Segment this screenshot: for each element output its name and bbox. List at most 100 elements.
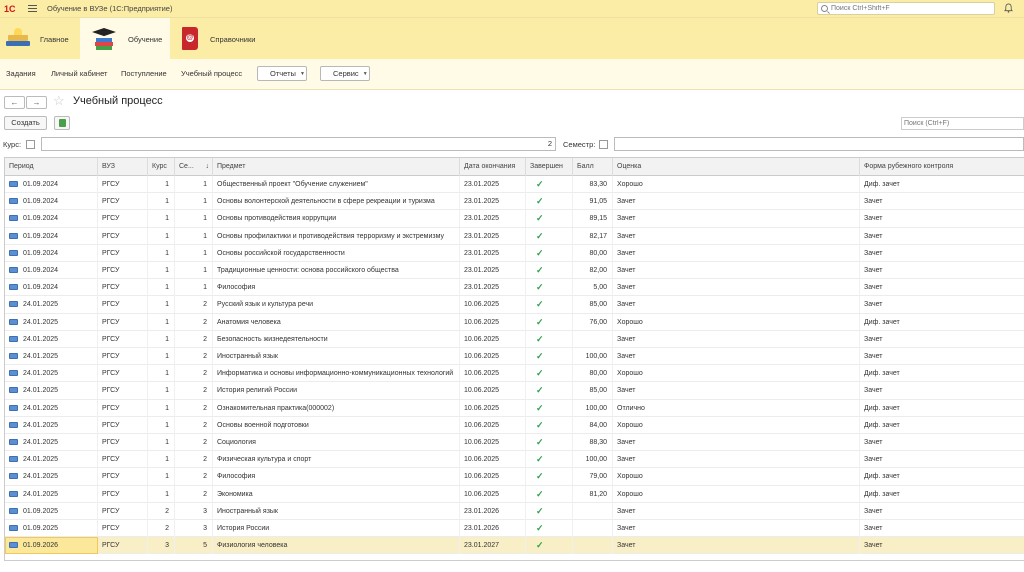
dropdown-arrow-icon: ▼ <box>299 70 305 77</box>
cell-semester: 3 <box>175 520 213 537</box>
cell-score: 83,30 <box>573 176 613 193</box>
col-period[interactable]: Период <box>5 158 98 176</box>
record-icon <box>9 318 18 325</box>
cell-period-text: 01.09.2026 <box>23 542 59 550</box>
table-row[interactable]: 24.01.2025 РГСУ 1 2 Ознакомительная практика… <box>5 399 1024 417</box>
global-search-input[interactable] <box>831 5 991 12</box>
cell-completed: ✓ <box>526 537 573 555</box>
cell-completed: ✓ <box>526 210 573 228</box>
cell-semester: 2 <box>175 313 213 331</box>
table-row[interactable]: 24.01.2025 РГСУ 1 2 Основы военной подготовк… <box>5 416 1024 434</box>
reports-dropdown[interactable]: Отчеты ▼ <box>257 66 307 81</box>
filter-course-field[interactable]: 2 <box>41 137 556 151</box>
service-dropdown[interactable]: Сервис ▼ <box>320 66 370 81</box>
filter-semester-checkbox[interactable] <box>599 140 608 149</box>
cell-course: 1 <box>148 193 175 211</box>
col-semester[interactable]: Се... ↓ <box>175 158 213 176</box>
col-course[interactable]: Курс <box>148 158 175 176</box>
cell-subject: История религий России <box>213 382 460 400</box>
back-button[interactable]: ← <box>4 96 25 109</box>
record-icon <box>9 335 18 342</box>
table-row[interactable]: 01.09.2024 РГСУ 1 1 Основы волонтерской деят… <box>5 193 1024 211</box>
cell-semester: 2 <box>175 365 213 383</box>
table-row[interactable]: 01.09.2025 РГСУ 2 3 История России 23.01.2026… <box>5 520 1024 538</box>
table-row[interactable]: 24.01.2025 РГСУ 1 2 Социология 10.06.2025 ✓ 88,… <box>5 434 1024 452</box>
col-completed[interactable]: Завершен <box>526 158 573 176</box>
forward-button[interactable]: → <box>26 96 47 109</box>
table-row[interactable]: 01.09.2026 РГСУ 3 5 Физиология человека 23.01… <box>5 537 1024 555</box>
cell-course: 1 <box>148 176 175 193</box>
table-row[interactable]: 24.01.2025 РГСУ 1 2 История религий России 10… <box>5 382 1024 400</box>
cell-course: 1 <box>148 210 175 228</box>
cell-end-date: 10.06.2025 <box>460 330 526 348</box>
cell-semester: 1 <box>175 244 213 262</box>
record-icon <box>9 490 18 497</box>
table-row[interactable]: 01.09.2024 РГСУ 1 1 Традиционные ценности: о… <box>5 262 1024 280</box>
cell-completed: ✓ <box>526 279 573 297</box>
cell-score: 88,30 <box>573 434 613 451</box>
col-score[interactable]: Балл <box>573 158 613 176</box>
cell-period-text: 01.09.2024 <box>23 198 59 206</box>
cell-control-form: Зачет <box>860 262 1024 279</box>
section-education[interactable]: Обучение <box>80 18 170 60</box>
table-row[interactable]: 24.01.2025 РГСУ 1 2 Информатика и основы инф… <box>5 365 1024 383</box>
filter-semester-label: Семестр: <box>563 140 596 149</box>
cell-period-text: 24.01.2025 <box>23 404 59 412</box>
app-logo: 1С <box>4 3 16 14</box>
cell-course: 2 <box>148 502 175 520</box>
table-row[interactable]: 24.01.2025 РГСУ 1 2 Иностранный язык 10.06.20… <box>5 348 1024 366</box>
cell-score <box>573 537 613 555</box>
section-references[interactable]: @ Справочники <box>180 18 280 60</box>
checkmark-icon: ✓ <box>536 437 544 447</box>
table-row[interactable]: 01.09.2024 РГСУ 1 1 Основы российской госуда… <box>5 244 1024 262</box>
nav-admission[interactable]: Поступление <box>121 69 167 78</box>
cell-control-form: Зачет <box>860 434 1024 451</box>
menu-icon[interactable] <box>28 5 37 12</box>
cell-end-date: 23.01.2025 <box>460 244 526 262</box>
table-row[interactable]: 01.09.2024 РГСУ 1 1 Философия 23.01.2025 ✓ 5,00… <box>5 279 1024 297</box>
table-row[interactable]: 24.01.2025 РГСУ 1 2 Физическая культура и сп… <box>5 451 1024 469</box>
cell-control-form: Зачет <box>860 210 1024 227</box>
cell-subject: Русский язык и культура речи <box>213 296 460 314</box>
col-vuz[interactable]: ВУЗ <box>98 158 148 176</box>
nav-personal-account[interactable]: Личный кабинет <box>51 69 107 78</box>
favorite-star-icon[interactable]: ☆ <box>53 94 65 108</box>
table-row[interactable]: 24.01.2025 РГСУ 1 2 Экономика 10.06.2025 ✓ 81,2… <box>5 485 1024 503</box>
table-row[interactable]: 01.09.2024 РГСУ 1 1 Основы противодействия к… <box>5 210 1024 228</box>
cell-course: 1 <box>148 485 175 503</box>
col-grade[interactable]: Оценка <box>613 158 860 176</box>
nav-study-process[interactable]: Учебный процесс <box>181 69 242 78</box>
create-button[interactable]: Создать <box>4 116 47 130</box>
checkmark-icon: ✓ <box>536 385 544 396</box>
table-row[interactable]: 01.09.2024 РГСУ 1 1 Основы профилактики и пр… <box>5 227 1024 245</box>
cell-semester: 2 <box>175 468 213 486</box>
filter-semester-field[interactable] <box>614 137 1024 151</box>
col-end-date[interactable]: Дата окончания <box>460 158 526 176</box>
section-main[interactable]: Главное <box>4 18 76 60</box>
cell-control-form: Зачет <box>860 537 1024 554</box>
table-row[interactable]: 01.09.2024 РГСУ 1 1 Общественный проект "Обу… <box>5 176 1024 194</box>
col-subject[interactable]: Предмет <box>213 158 460 176</box>
table-row[interactable]: 24.01.2025 РГСУ 1 2 Русский язык и культура … <box>5 296 1024 314</box>
cell-end-date: 10.06.2025 <box>460 468 526 486</box>
checkmark-icon: ✓ <box>536 247 544 258</box>
nav-tasks[interactable]: Задания <box>6 69 36 78</box>
cell-completed: ✓ <box>526 502 573 520</box>
table-row[interactable]: 24.01.2025 РГСУ 1 2 Анатомия человека 10.06.2… <box>5 313 1024 331</box>
table-row[interactable]: 24.01.2025 РГСУ 1 2 Безопасность жизнедеятел… <box>5 330 1024 348</box>
refresh-button[interactable] <box>54 116 70 130</box>
list-search-input[interactable] <box>904 120 1022 127</box>
list-search[interactable] <box>901 117 1024 130</box>
cell-period: 24.01.2025 <box>5 348 98 365</box>
col-control-form[interactable]: Форма рубежного контроля <box>860 158 1024 176</box>
section-main-label: Главное <box>40 34 69 44</box>
bell-icon[interactable] <box>1004 3 1013 13</box>
cell-period-text: 24.01.2025 <box>23 439 59 446</box>
cell-period-text: 01.09.2024 <box>23 284 59 292</box>
table-row[interactable]: 01.09.2025 РГСУ 2 3 Иностранный язык 23.01.20… <box>5 502 1024 520</box>
cell-vuz: РГСУ <box>98 365 148 383</box>
filter-course-checkbox[interactable] <box>26 140 35 149</box>
cell-vuz: РГСУ <box>98 176 148 193</box>
table-row[interactable]: 24.01.2025 РГСУ 1 2 Философия 10.06.2025 ✓ 79,0… <box>5 468 1024 486</box>
global-search[interactable] <box>817 2 995 15</box>
